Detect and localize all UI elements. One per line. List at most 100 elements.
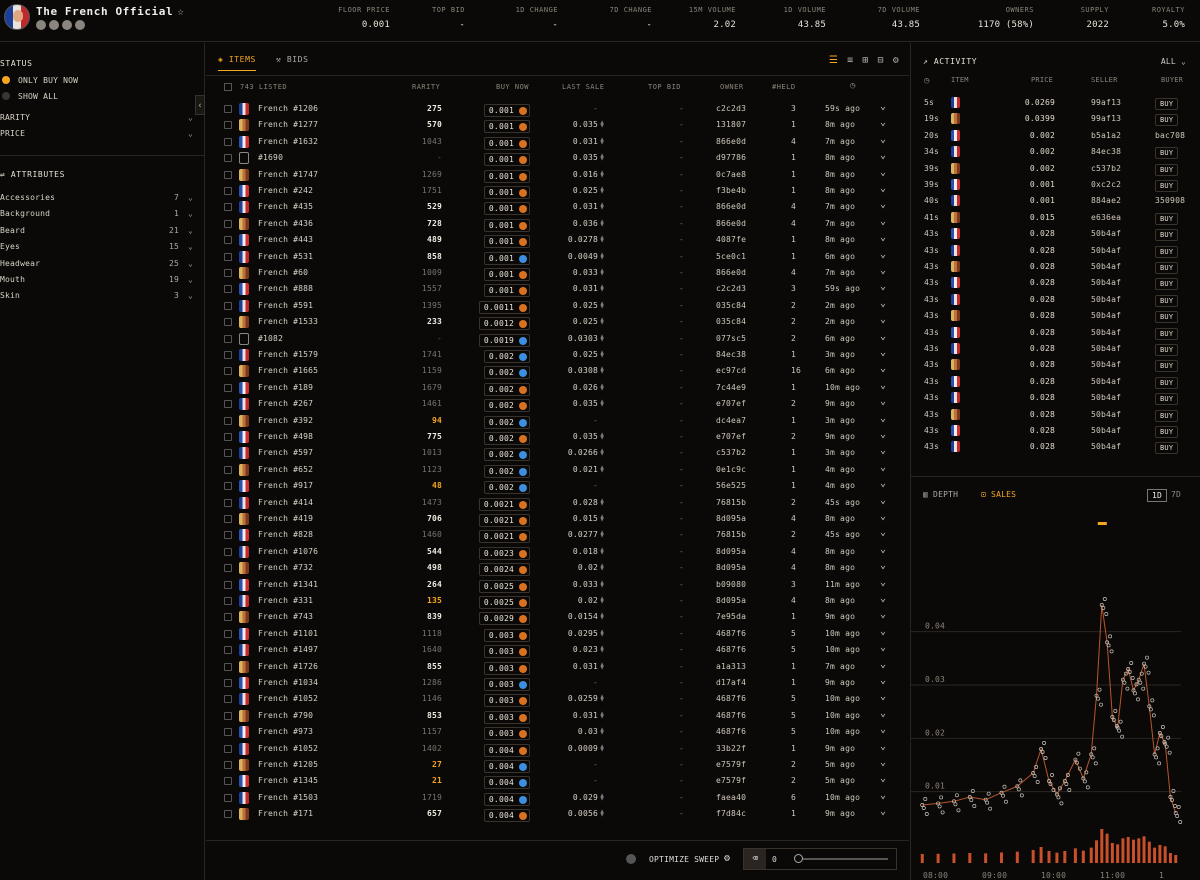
- row-checkbox[interactable]: [224, 105, 232, 113]
- activity-seller[interactable]: 50b4af: [1091, 278, 1121, 287]
- owner-address[interactable]: 035c84: [716, 317, 746, 326]
- rarity-column-header[interactable]: RARITY: [412, 83, 440, 91]
- chevron-down-icon[interactable]: ⌄: [880, 363, 886, 374]
- chevron-down-icon[interactable]: ⌄: [880, 265, 886, 276]
- buy-button[interactable]: BUY: [1155, 426, 1179, 438]
- buy-now-button[interactable]: 0.003: [483, 694, 530, 708]
- buy-button[interactable]: BUY: [1155, 98, 1179, 110]
- activity-row[interactable]: 43s 0.028 50b4af BUY: [911, 308, 1200, 324]
- chevron-down-icon[interactable]: ⌄: [880, 708, 886, 719]
- activity-row[interactable]: 39s 0.002 c537b2 BUY: [911, 161, 1200, 177]
- row-checkbox[interactable]: [224, 252, 232, 261]
- activity-seller[interactable]: 0xc2c2: [1091, 180, 1121, 189]
- activity-filter-dropdown[interactable]: ALL ⌄: [1161, 57, 1186, 66]
- sweep-toggle[interactable]: [626, 854, 636, 864]
- chevron-down-icon[interactable]: ⌄: [880, 380, 886, 391]
- row-checkbox[interactable]: [224, 154, 232, 163]
- owner-address[interactable]: 866e0d: [716, 202, 746, 211]
- row-checkbox[interactable]: [224, 728, 232, 737]
- attribute-filter[interactable]: Mouth 19 ⌄: [0, 275, 193, 284]
- favorite-star-icon[interactable]: ☆: [177, 5, 184, 18]
- row-checkbox[interactable]: [224, 416, 232, 425]
- row-checkbox[interactable]: [224, 793, 232, 802]
- item-name[interactable]: French #828: [258, 530, 313, 539]
- chevron-down-icon[interactable]: ⌄: [880, 150, 886, 161]
- activity-seller[interactable]: b5a1a2: [1091, 131, 1121, 140]
- item-name[interactable]: French #973: [258, 727, 313, 736]
- buy-now-button[interactable]: 0.001: [483, 202, 530, 216]
- activity-row[interactable]: 43s 0.028 50b4af BUY: [911, 341, 1200, 357]
- buy-now-button[interactable]: 0.002: [483, 399, 530, 413]
- row-checkbox[interactable]: [224, 777, 232, 786]
- item-name[interactable]: French #1101: [258, 629, 318, 638]
- row-checkbox[interactable]: [224, 351, 232, 359]
- activity-row[interactable]: 43s 0.028 50b4af BUY: [911, 325, 1200, 341]
- buy-now-button[interactable]: 0.004: [483, 743, 530, 757]
- top-bid-column-header[interactable]: TOP BID: [648, 83, 681, 91]
- chevron-down-icon[interactable]: ⌄: [880, 331, 886, 342]
- buy-now-button[interactable]: 0.003: [483, 727, 530, 741]
- tab-bids[interactable]: ⚒ BIDS: [276, 55, 309, 64]
- table-row[interactable]: French #597 1013 0.002 0.0266 ⧫ - c537b2 1 3m ag…: [206, 445, 909, 462]
- item-name[interactable]: French #435: [258, 202, 313, 211]
- owner-address[interactable]: 077sc5: [716, 334, 746, 343]
- activity-row[interactable]: 43s 0.028 50b4af BUY: [911, 374, 1200, 390]
- buy-button[interactable]: BUY: [1155, 344, 1179, 356]
- row-checkbox[interactable]: [224, 400, 232, 409]
- table-row[interactable]: French #790 853 0.003 0.031 ⧫ - 4687f6 5 10m ago…: [206, 708, 909, 724]
- table-row[interactable]: French #531 858 0.001 0.0049 ⧫ - 5ce0c1 1 6m ago…: [206, 249, 909, 265]
- buy-now-button[interactable]: 0.003: [483, 645, 530, 659]
- row-checkbox[interactable]: [224, 629, 232, 638]
- row-checkbox[interactable]: [224, 137, 232, 146]
- owner-address[interactable]: 8d095a: [716, 596, 746, 605]
- item-name[interactable]: French #652: [258, 465, 313, 474]
- owner-address[interactable]: 4687f6: [716, 727, 746, 736]
- buy-now-button[interactable]: 0.004: [483, 760, 530, 773]
- activity-row[interactable]: 43s 0.028 50b4af BUY: [911, 292, 1200, 308]
- buy-now-button[interactable]: 0.001: [483, 284, 530, 298]
- item-name[interactable]: French #171: [258, 809, 313, 818]
- item-name[interactable]: French #392: [258, 416, 313, 425]
- table-row[interactable]: French #1052 1146 0.003 0.0259 ⧫ - 4687f6 5 10m …: [206, 691, 909, 708]
- activity-seller[interactable]: 84ec38: [1091, 147, 1121, 156]
- list-view-icon[interactable]: ☰: [829, 55, 838, 66]
- buy-now-button[interactable]: 0.002: [483, 448, 530, 462]
- row-checkbox[interactable]: [224, 236, 232, 245]
- activity-row[interactable]: 5s 0.0269 99af13 BUY: [911, 95, 1200, 111]
- table-row[interactable]: French #60 1009 0.001 0.033 ⧫ - 866e0d 4 7m ago ⌄: [206, 265, 909, 281]
- activity-row[interactable]: 43s 0.028 50b4af BUY: [911, 243, 1200, 259]
- sweep-slider-handle[interactable]: [794, 854, 803, 863]
- activity-seller[interactable]: 99af13: [1091, 114, 1121, 123]
- row-checkbox[interactable]: [224, 383, 232, 392]
- table-row[interactable]: #1082 - 0.0019 0.0303 ⧫ - 077sc5 2 6m ago ⌄: [206, 331, 909, 347]
- table-row[interactable]: French #591 1395 0.0011 0.025 ⧫ - 035c84 2 2m ag…: [206, 298, 909, 314]
- table-row[interactable]: French #1076 544 0.0023 0.018 ⧫ - 8d095a 4 8m ag…: [206, 544, 909, 560]
- row-checkbox[interactable]: [224, 301, 232, 310]
- item-name[interactable]: French #732: [258, 563, 313, 572]
- buy-now-button[interactable]: 0.0012: [478, 317, 530, 331]
- activity-row[interactable]: 34s 0.002 84ec38 BUY: [911, 144, 1200, 160]
- item-name[interactable]: French #1726: [258, 662, 318, 671]
- table-row[interactable]: French #1034 1286 0.003 - - d17af4 1 9m ago ⌄: [206, 675, 909, 691]
- collapse-sidebar-button[interactable]: ‹: [195, 95, 205, 115]
- chevron-down-icon[interactable]: ⌄: [880, 462, 886, 473]
- row-checkbox[interactable]: [224, 187, 232, 195]
- row-checkbox[interactable]: [224, 662, 232, 671]
- tab-sales[interactable]: ⊡ SALES: [981, 490, 1016, 499]
- table-row[interactable]: French #1726 855 0.003 0.031 ⧫ - a1a313 1 7m ago…: [206, 659, 909, 675]
- activity-row[interactable]: 43s 0.028 50b4af BUY: [911, 357, 1200, 373]
- activity-row[interactable]: 43s 0.028 50b4af BUY: [911, 423, 1200, 439]
- row-checkbox[interactable]: [224, 219, 232, 228]
- chevron-down-icon[interactable]: ⌄: [880, 806, 886, 817]
- owner-address[interactable]: faea40: [716, 793, 746, 802]
- buy-now-button[interactable]: 0.0019: [478, 333, 530, 347]
- buy-now-button[interactable]: 0.001: [483, 251, 530, 265]
- chevron-down-icon[interactable]: ⌄: [880, 511, 886, 522]
- table-row[interactable]: French #392 94 0.002 - - dc4ea7 1 3m ago ⌄: [206, 413, 909, 429]
- chevron-down-icon[interactable]: ⌄: [880, 560, 886, 571]
- buy-now-button[interactable]: 0.001: [483, 268, 530, 281]
- buy-button[interactable]: BUY: [1155, 180, 1179, 192]
- show-all-radio[interactable]: [2, 92, 10, 100]
- buy-now-button[interactable]: 0.001: [483, 169, 530, 183]
- row-checkbox[interactable]: [224, 498, 232, 507]
